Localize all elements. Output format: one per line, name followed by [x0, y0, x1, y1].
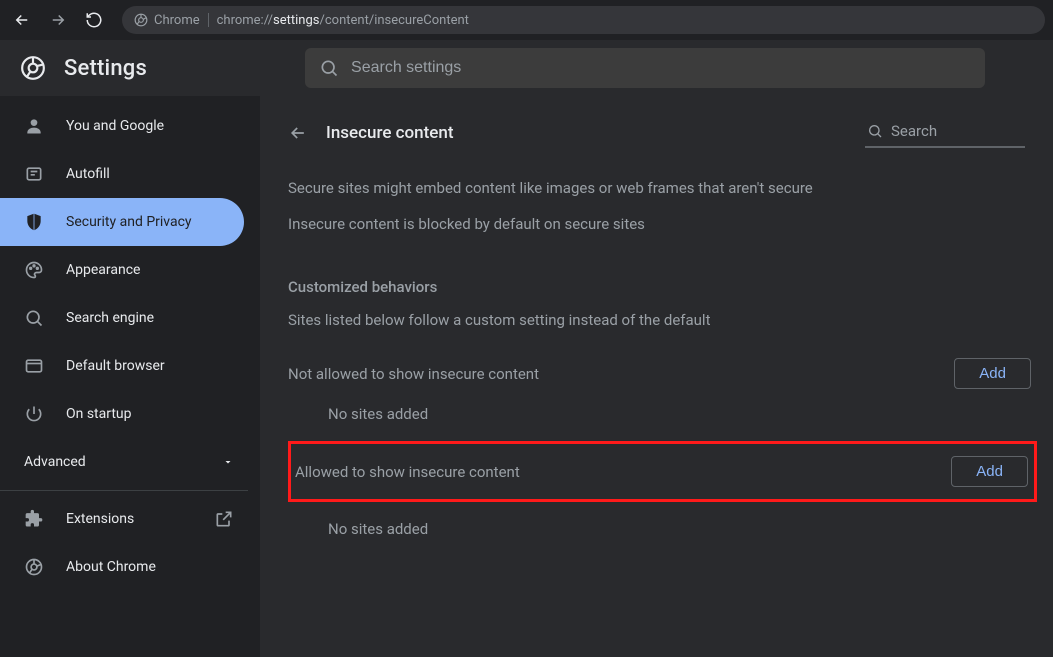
- sidebar-item-label: Search engine: [66, 310, 154, 326]
- description-1: Secure sites might embed content like im…: [288, 176, 918, 200]
- sidebar-item-label: About Chrome: [66, 559, 156, 575]
- row-not-allowed-label: Not allowed to show insecure content: [288, 365, 539, 383]
- forward-button[interactable]: [44, 6, 72, 34]
- omnibox-divider: [208, 13, 209, 27]
- arrow-left-icon: [288, 123, 308, 143]
- reload-icon: [85, 11, 103, 29]
- empty-not-allowed: No sites added: [288, 405, 1037, 423]
- sidebar-item-about-chrome[interactable]: About Chrome: [0, 543, 260, 591]
- add-not-allowed-button[interactable]: Add: [954, 358, 1031, 389]
- sidebar-item-label: Autofill: [66, 166, 110, 182]
- sidebar-item-security-privacy[interactable]: Security and Privacy: [0, 198, 244, 246]
- highlight-allowed-section: Allowed to show insecure content Add: [288, 441, 1037, 502]
- settings-appbar: Settings: [0, 40, 1053, 96]
- main-content: Insecure content Search Secure sites mig…: [260, 96, 1053, 657]
- sidebar-item-label: You and Google: [66, 118, 164, 134]
- page-title: Insecure content: [326, 123, 454, 143]
- autofill-icon: [24, 164, 44, 184]
- settings-search[interactable]: [305, 48, 985, 88]
- extension-icon: [24, 509, 44, 529]
- page-search[interactable]: Search: [865, 118, 1025, 148]
- search-icon: [867, 123, 883, 139]
- search-icon: [24, 308, 44, 328]
- back-button[interactable]: [8, 6, 36, 34]
- chrome-logo-icon: [20, 55, 46, 81]
- back-icon-button[interactable]: [288, 123, 308, 143]
- palette-icon: [24, 260, 44, 280]
- sidebar-item-search-engine[interactable]: Search engine: [0, 294, 260, 342]
- arrow-left-icon: [13, 11, 31, 29]
- sidebar-advanced-label: Advanced: [24, 454, 86, 470]
- row-not-allowed: Not allowed to show insecure content Add: [288, 344, 1037, 403]
- app-title: Settings: [64, 56, 147, 81]
- url-text: chrome:// settings /content/insecureCont…: [217, 13, 469, 28]
- row-allowed-label: Allowed to show insecure content: [295, 463, 520, 481]
- browser-icon: [24, 356, 44, 376]
- power-icon: [24, 404, 44, 424]
- sidebar-item-default-browser[interactable]: Default browser: [0, 342, 260, 390]
- arrow-right-icon: [49, 11, 67, 29]
- sidebar-advanced[interactable]: Advanced: [0, 438, 260, 486]
- sidebar-item-label: On startup: [66, 406, 132, 422]
- reload-button[interactable]: [80, 6, 108, 34]
- sidebar-item-label: Security and Privacy: [66, 214, 192, 230]
- sidebar-item-label: Extensions: [66, 511, 134, 527]
- chevron-down-icon: [222, 456, 234, 468]
- section-desc-custom: Sites listed below follow a custom setti…: [288, 308, 918, 332]
- sidebar-separator: [0, 490, 248, 491]
- browser-toolbar: Chrome chrome:// settings /content/insec…: [0, 0, 1053, 40]
- sidebar: You and Google Autofill Security and Pri…: [0, 96, 260, 657]
- sidebar-item-label: Appearance: [66, 262, 140, 278]
- chrome-icon: [24, 557, 44, 577]
- page-search-label: Search: [891, 122, 937, 140]
- sidebar-item-you-and-google[interactable]: You and Google: [0, 102, 260, 150]
- sidebar-item-appearance[interactable]: Appearance: [0, 246, 260, 294]
- row-allowed: Allowed to show insecure content Add: [295, 450, 1028, 493]
- person-icon: [24, 116, 44, 136]
- site-chip-label: Chrome: [154, 13, 200, 28]
- sidebar-item-extensions[interactable]: Extensions: [0, 495, 260, 543]
- section-title-custom: Customized behaviors: [288, 278, 1037, 296]
- empty-allowed: No sites added: [288, 520, 1037, 538]
- settings-search-input[interactable]: [351, 59, 971, 77]
- site-chip: Chrome: [134, 13, 200, 28]
- page-header: Insecure content Search: [288, 118, 1037, 148]
- description-2: Insecure content is blocked by default o…: [288, 212, 918, 236]
- chrome-icon: [134, 13, 148, 27]
- sidebar-item-autofill[interactable]: Autofill: [0, 150, 260, 198]
- add-allowed-button[interactable]: Add: [951, 456, 1028, 487]
- external-link-icon: [214, 509, 234, 529]
- search-icon: [319, 58, 339, 78]
- sidebar-item-label: Default browser: [66, 358, 165, 374]
- sidebar-item-on-startup[interactable]: On startup: [0, 390, 260, 438]
- shield-icon: [24, 212, 44, 232]
- address-bar[interactable]: Chrome chrome:// settings /content/insec…: [122, 6, 1045, 34]
